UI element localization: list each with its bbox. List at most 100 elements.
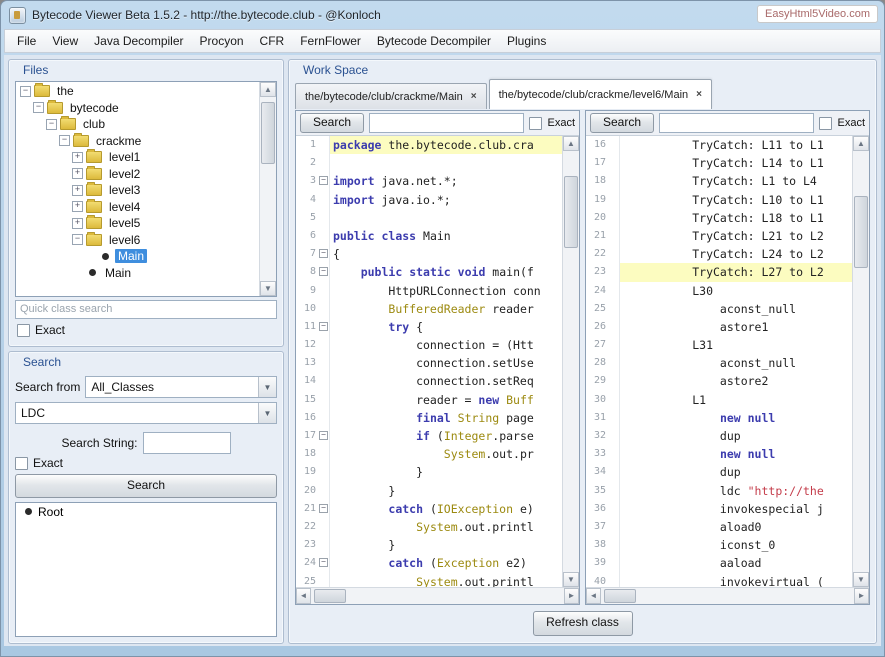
- title-bar[interactable]: Bytecode Viewer Beta 1.5.2 - http://the.…: [1, 1, 884, 29]
- fold-collapse-icon[interactable]: −: [319, 267, 328, 276]
- tab-main-active[interactable]: the/bytecode/club/crackme/level6/Main×: [489, 79, 712, 109]
- fold-collapse-icon[interactable]: −: [319, 322, 328, 331]
- expander-icon[interactable]: −: [59, 135, 70, 146]
- expander-icon[interactable]: −: [46, 119, 57, 130]
- code-line[interactable]: 29 astore2: [586, 372, 852, 390]
- tree-item-level6[interactable]: −level6: [16, 232, 259, 249]
- code-line[interactable]: 5: [296, 209, 562, 227]
- refresh-class-button[interactable]: Refresh class: [533, 611, 633, 636]
- menu-item-plugins[interactable]: Plugins: [499, 31, 554, 51]
- code-line[interactable]: 17 TryCatch: L14 to L1: [586, 154, 852, 172]
- code-line[interactable]: 1package the.bytecode.club.cra: [296, 136, 562, 154]
- pane-search-input[interactable]: [659, 113, 814, 133]
- code-line[interactable]: 28 aconst_null: [586, 354, 852, 372]
- tree-item-main[interactable]: Main: [16, 248, 259, 265]
- code-line[interactable]: 13 connection.setUse: [296, 354, 562, 372]
- scroll-thumb[interactable]: [261, 102, 275, 164]
- code-line[interactable]: 27 L31: [586, 336, 852, 354]
- code-line[interactable]: 23 TryCatch: L27 to L2: [586, 263, 852, 281]
- code-line[interactable]: 17− if (Integer.parse: [296, 427, 562, 445]
- expander-icon[interactable]: +: [72, 152, 83, 163]
- search-from-combo[interactable]: All_Classes ▼: [85, 376, 277, 398]
- expander-icon[interactable]: −: [20, 86, 31, 97]
- code-line[interactable]: 35 ldc "http://the: [586, 482, 852, 500]
- code-line[interactable]: 33 new null: [586, 445, 852, 463]
- scroll-down-arrow[interactable]: ▼: [260, 281, 276, 296]
- code-hscrollbar[interactable]: ◄ ►: [586, 587, 869, 604]
- code-line[interactable]: 14 connection.setReq: [296, 372, 562, 390]
- code-line[interactable]: 20 TryCatch: L18 to L1: [586, 209, 852, 227]
- result-item-root[interactable]: Root: [16, 503, 276, 520]
- search-button[interactable]: Search: [15, 474, 277, 498]
- code-line[interactable]: 20 }: [296, 482, 562, 500]
- expander-icon[interactable]: +: [72, 218, 83, 229]
- code-line[interactable]: 39 aaload: [586, 554, 852, 572]
- code-line[interactable]: 18 TryCatch: L1 to L4: [586, 172, 852, 190]
- tab-close-icon[interactable]: ×: [471, 91, 477, 102]
- code-line[interactable]: 11− try {: [296, 318, 562, 336]
- code-line[interactable]: 3−import java.net.*;: [296, 172, 562, 190]
- chevron-down-icon[interactable]: ▼: [258, 403, 276, 423]
- code-line[interactable]: 24 L30: [586, 282, 852, 300]
- code-vscrollbar[interactable]: ▲ ▼: [562, 136, 579, 587]
- code-line[interactable]: 23 }: [296, 536, 562, 554]
- java-source-view[interactable]: 1package the.bytecode.club.cra23−import …: [296, 136, 562, 587]
- code-line[interactable]: 22 System.out.printl: [296, 518, 562, 536]
- menu-item-view[interactable]: View: [44, 31, 86, 51]
- code-line[interactable]: 32 dup: [586, 427, 852, 445]
- scroll-up-arrow[interactable]: ▲: [853, 136, 869, 151]
- code-line[interactable]: 38 iconst_0: [586, 536, 852, 554]
- code-line[interactable]: 2: [296, 154, 562, 172]
- scroll-thumb[interactable]: [604, 589, 636, 603]
- scroll-right-arrow[interactable]: ►: [854, 588, 869, 604]
- file-tree-scrollbar[interactable]: ▲ ▼: [259, 82, 276, 296]
- bytecode-view[interactable]: 16 TryCatch: L11 to L117 TryCatch: L14 t…: [586, 136, 852, 587]
- menu-item-fernflower[interactable]: FernFlower: [292, 31, 369, 51]
- search-string-input[interactable]: [143, 432, 231, 454]
- fold-collapse-icon[interactable]: −: [319, 504, 328, 513]
- code-line[interactable]: 37 aload0: [586, 518, 852, 536]
- scroll-left-arrow[interactable]: ◄: [296, 588, 311, 604]
- code-line[interactable]: 18 System.out.pr: [296, 445, 562, 463]
- code-line[interactable]: 22 TryCatch: L24 to L2: [586, 245, 852, 263]
- code-line[interactable]: 25 System.out.printl: [296, 573, 562, 588]
- scroll-thumb[interactable]: [564, 176, 578, 248]
- code-vscrollbar[interactable]: ▲ ▼: [852, 136, 869, 587]
- tree-item-level3[interactable]: +level3: [16, 182, 259, 199]
- tree-item-main[interactable]: Main: [16, 265, 259, 282]
- scroll-down-arrow[interactable]: ▼: [853, 572, 869, 587]
- search-type-combo[interactable]: LDC ▼: [15, 402, 277, 424]
- fold-collapse-icon[interactable]: −: [319, 176, 328, 185]
- search-exact-checkbox[interactable]: [15, 457, 28, 470]
- tab-main[interactable]: the/bytecode/club/crackme/Main×: [295, 83, 487, 109]
- expander-icon[interactable]: −: [33, 102, 44, 113]
- scroll-thumb[interactable]: [854, 196, 868, 268]
- files-exact-checkbox[interactable]: [17, 324, 30, 337]
- code-line[interactable]: 16 TryCatch: L11 to L1: [586, 136, 852, 154]
- code-line[interactable]: 34 dup: [586, 463, 852, 481]
- code-line[interactable]: 26 astore1: [586, 318, 852, 336]
- pane-search-input[interactable]: [369, 113, 524, 133]
- menu-item-procyon[interactable]: Procyon: [192, 31, 252, 51]
- scroll-down-arrow[interactable]: ▼: [563, 572, 579, 587]
- scroll-right-arrow[interactable]: ►: [564, 588, 579, 604]
- pane-search-button[interactable]: Search: [590, 113, 654, 133]
- code-line[interactable]: 21− catch (IOException e): [296, 500, 562, 518]
- tree-item-level4[interactable]: +level4: [16, 199, 259, 216]
- code-hscrollbar[interactable]: ◄ ►: [296, 587, 579, 604]
- tree-item-level1[interactable]: +level1: [16, 149, 259, 166]
- code-line[interactable]: 16 final String page: [296, 409, 562, 427]
- menu-item-cfr[interactable]: CFR: [252, 31, 293, 51]
- scroll-up-arrow[interactable]: ▲: [563, 136, 579, 151]
- tree-item-level5[interactable]: +level5: [16, 215, 259, 232]
- pane-exact-checkbox[interactable]: [819, 117, 832, 130]
- chevron-down-icon[interactable]: ▼: [258, 377, 276, 397]
- code-line[interactable]: 36 invokespecial j: [586, 500, 852, 518]
- code-line[interactable]: 6public class Main: [296, 227, 562, 245]
- scroll-left-arrow[interactable]: ◄: [586, 588, 601, 604]
- expander-icon[interactable]: −: [72, 234, 83, 245]
- menu-item-bytecode-decompiler[interactable]: Bytecode Decompiler: [369, 31, 499, 51]
- tree-item-bytecode[interactable]: −bytecode: [16, 100, 259, 117]
- code-line[interactable]: 12 connection = (Htt: [296, 336, 562, 354]
- pane-exact-checkbox[interactable]: [529, 117, 542, 130]
